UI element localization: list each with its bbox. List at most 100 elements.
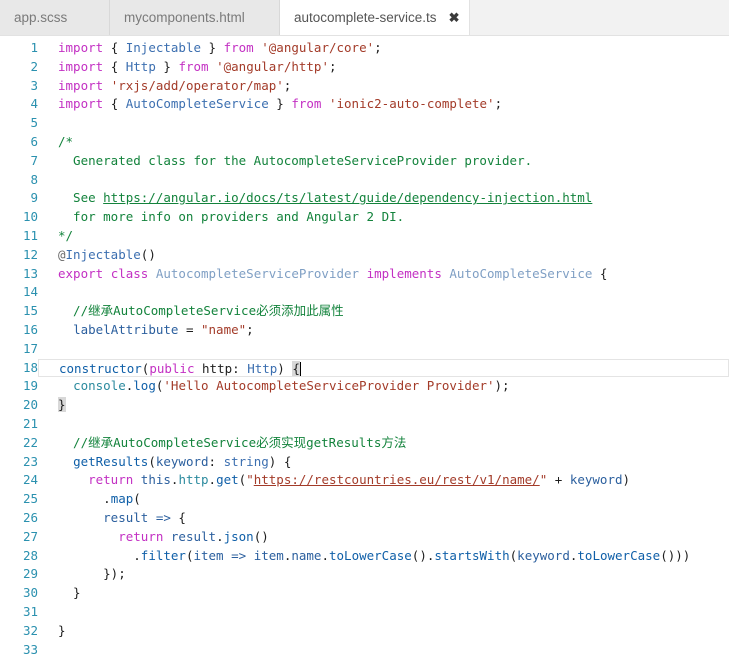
- line-number: 32: [22, 622, 38, 638]
- line-number: 19: [22, 378, 38, 394]
- tab-autocomplete-service-ts[interactable]: autocomplete-service.ts ✖: [280, 0, 471, 35]
- code-line[interactable]: 14: [0, 283, 729, 302]
- code-line[interactable]: 19 console.log('Hello AutocompleteServic…: [0, 377, 729, 396]
- line-content[interactable]: [38, 114, 729, 133]
- line-content[interactable]: }: [38, 396, 729, 415]
- doc-link[interactable]: https://angular.io/docs/ts/latest/guide/…: [103, 190, 592, 205]
- text-cursor: [299, 361, 301, 376]
- tab-label: autocomplete-service.ts: [294, 10, 437, 25]
- line-content[interactable]: [38, 283, 729, 302]
- line-number: 20: [22, 397, 38, 413]
- line-number: 13: [22, 265, 38, 281]
- line-content[interactable]: [38, 603, 729, 622]
- code-line[interactable]: 16 labelAttribute = "name";: [0, 321, 729, 340]
- line-content[interactable]: Generated class for the AutocompleteServ…: [38, 152, 729, 171]
- code-line[interactable]: 4 import { AutoCompleteService } from 'i…: [0, 95, 729, 114]
- line-content[interactable]: for more info on providers and Angular 2…: [38, 208, 729, 227]
- line-number: 23: [22, 453, 38, 469]
- chinese-comment: //继承AutoCompleteService必须添加此属性: [58, 303, 344, 319]
- line-number: 24: [22, 472, 38, 488]
- code-line[interactable]: 27 return result.json(): [0, 528, 729, 547]
- code-line[interactable]: 30 }: [0, 584, 729, 603]
- line-content[interactable]: constructor(public http: Http) {: [38, 358, 729, 378]
- code-line-current[interactable]: 18 constructor(public http: Http) {: [0, 358, 729, 378]
- tab-label: app.scss: [14, 10, 68, 25]
- line-content[interactable]: });: [38, 565, 729, 584]
- line-content[interactable]: }: [38, 584, 729, 603]
- code-line[interactable]: 12 @Injectable(): [0, 246, 729, 265]
- line-content[interactable]: return result.json(): [38, 528, 729, 547]
- line-number: 28: [22, 547, 38, 563]
- code-line[interactable]: 9 See https://angular.io/docs/ts/latest/…: [0, 189, 729, 208]
- tab-mycomponents-html[interactable]: mycomponents.html: [110, 0, 280, 35]
- code-line[interactable]: 29 });: [0, 565, 729, 584]
- tab-app-scss[interactable]: app.scss: [0, 0, 110, 35]
- code-line[interactable]: 32 }: [0, 622, 729, 641]
- line-number: 27: [22, 528, 38, 544]
- line-content[interactable]: }: [38, 622, 729, 641]
- line-content[interactable]: import { Injectable } from '@angular/cor…: [38, 39, 729, 58]
- code-line[interactable]: 28 .filter(item => item.name.toLowerCase…: [0, 547, 729, 566]
- line-content[interactable]: labelAttribute = "name";: [38, 321, 729, 340]
- tab-bar-empty-space: [470, 0, 729, 35]
- line-content[interactable]: [38, 340, 729, 359]
- line-content[interactable]: //继承AutoCompleteService必须添加此属性: [38, 302, 729, 321]
- line-content[interactable]: .filter(item => item.name.toLowerCase().…: [38, 547, 729, 566]
- line-number: 29: [22, 566, 38, 582]
- line-number: 14: [22, 284, 38, 300]
- code-line[interactable]: 25 .map(: [0, 490, 729, 509]
- code-line[interactable]: 15 //继承AutoCompleteService必须添加此属性: [0, 302, 729, 321]
- line-content[interactable]: /*: [38, 133, 729, 152]
- line-content[interactable]: */: [38, 227, 729, 246]
- line-content[interactable]: [38, 641, 729, 660]
- line-content[interactable]: See https://angular.io/docs/ts/latest/gu…: [38, 189, 729, 208]
- line-content[interactable]: @Injectable(): [38, 246, 729, 265]
- line-number: 9: [30, 190, 38, 206]
- code-line[interactable]: 22 //继承AutoCompleteService必须实现getResults…: [0, 434, 729, 453]
- code-editor-pane[interactable]: 1 import { Injectable } from '@angular/c…: [0, 36, 729, 663]
- line-number: 8: [30, 171, 38, 187]
- code-line[interactable]: 10 for more info on providers and Angula…: [0, 208, 729, 227]
- code-line[interactable]: 7 Generated class for the AutocompleteSe…: [0, 152, 729, 171]
- line-number: 16: [22, 321, 38, 337]
- line-number: 30: [22, 585, 38, 601]
- code-line[interactable]: 13 export class AutocompleteServiceProvi…: [0, 265, 729, 284]
- line-content[interactable]: export class AutocompleteServiceProvider…: [38, 265, 729, 284]
- code-line[interactable]: 17: [0, 340, 729, 359]
- code-line[interactable]: 8: [0, 171, 729, 190]
- line-content[interactable]: .map(: [38, 490, 729, 509]
- line-number: 7: [30, 152, 38, 168]
- line-content[interactable]: import { Http } from '@angular/http';: [38, 58, 729, 77]
- code-line[interactable]: 33: [0, 641, 729, 660]
- line-content[interactable]: [38, 171, 729, 190]
- code-line[interactable]: 1 import { Injectable } from '@angular/c…: [0, 39, 729, 58]
- code-line[interactable]: 6 /*: [0, 133, 729, 152]
- code-line[interactable]: 5: [0, 114, 729, 133]
- line-content[interactable]: import { AutoCompleteService } from 'ion…: [38, 95, 729, 114]
- line-number: 10: [22, 209, 38, 225]
- line-content[interactable]: getResults(keyword: string) {: [38, 453, 729, 472]
- code-lines[interactable]: 1 import { Injectable } from '@angular/c…: [0, 36, 729, 659]
- code-line[interactable]: 26 result => {: [0, 509, 729, 528]
- close-icon[interactable]: ✖: [449, 11, 460, 24]
- line-content[interactable]: console.log('Hello AutocompleteServicePr…: [38, 377, 729, 396]
- code-line[interactable]: 11 */: [0, 227, 729, 246]
- line-content[interactable]: result => {: [38, 509, 729, 528]
- url-string-link[interactable]: https://restcountries.eu/rest/v1/name/: [254, 472, 540, 487]
- line-number: 4: [30, 96, 38, 112]
- line-number: 1: [30, 40, 38, 55]
- code-line[interactable]: 2 import { Http } from '@angular/http';: [0, 58, 729, 77]
- line-content[interactable]: import 'rxjs/add/operator/map';: [38, 77, 729, 96]
- code-line[interactable]: 21: [0, 415, 729, 434]
- code-line[interactable]: 23 getResults(keyword: string) {: [0, 453, 729, 472]
- line-content[interactable]: return this.http.get("https://restcountr…: [38, 471, 729, 490]
- code-line[interactable]: 3 import 'rxjs/add/operator/map';: [0, 77, 729, 96]
- line-content[interactable]: //继承AutoCompleteService必须实现getResults方法: [38, 434, 729, 453]
- code-line[interactable]: 31: [0, 603, 729, 622]
- code-line[interactable]: 24 return this.http.get("https://restcou…: [0, 471, 729, 490]
- line-number: 33: [22, 641, 38, 657]
- editor-tab-bar: app.scss mycomponents.html autocomplete-…: [0, 0, 729, 36]
- line-number: 2: [30, 58, 38, 74]
- code-line[interactable]: 20 }: [0, 396, 729, 415]
- line-content[interactable]: [38, 415, 729, 434]
